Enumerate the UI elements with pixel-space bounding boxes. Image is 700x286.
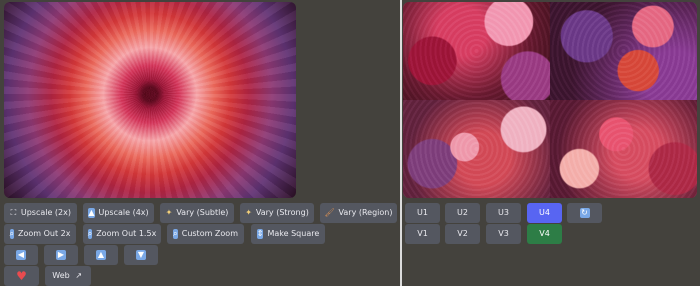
upscale-4x-label: Upscale (4x)	[98, 208, 149, 217]
zoom-out-2x-button[interactable]: ⌕ Zoom Out 2x	[4, 224, 76, 244]
resize-icon: ⇕	[256, 229, 264, 239]
custom-zoom-label: Custom Zoom	[181, 229, 238, 238]
left-panel: ⛶ Upscale (2x) ▲ Upscale (4x) ✦ Vary (Su…	[0, 0, 400, 286]
upscale-u2-button[interactable]: U2	[445, 203, 480, 223]
zoom-out-1-5x-button[interactable]: ⌕ Zoom Out 1.5x	[83, 224, 161, 244]
brush-icon: 🖌	[324, 208, 335, 217]
grid-icon: ⛶	[10, 208, 17, 217]
web-label: Web	[52, 271, 70, 280]
zoom-out-1-5x-label: Zoom Out 1.5x	[96, 229, 157, 238]
vary-strong-button[interactable]: ✦ Vary (Strong)	[240, 203, 314, 223]
u1-label: U1	[417, 208, 428, 217]
v4-label: V4	[539, 229, 550, 238]
vary-subtle-button[interactable]: ✦ Vary (Subtle)	[160, 203, 234, 223]
upscale-2x-button[interactable]: ⛶ Upscale (2x)	[4, 203, 77, 223]
refresh-button[interactable]: ↻	[567, 203, 602, 223]
magnifier-icon: ⌕	[87, 229, 93, 239]
up-arrow-box-icon: ▲	[88, 208, 95, 218]
favorite-button[interactable]: ♥	[4, 266, 39, 286]
external-link-icon: ↗	[75, 271, 83, 280]
variation-v3-button[interactable]: V3	[486, 224, 521, 244]
web-button[interactable]: Web ↗	[45, 266, 91, 286]
vary-region-label: Vary (Region)	[338, 208, 393, 217]
pan-up-button[interactable]: ▲	[84, 245, 118, 265]
arrow-left-icon: ◀	[16, 250, 26, 260]
heart-icon: ♥	[16, 269, 27, 283]
generated-image[interactable]	[4, 2, 296, 198]
magnifier-icon: ⌕	[9, 229, 14, 239]
upscale-u4-button[interactable]: U4	[527, 203, 562, 223]
v3-label: V3	[498, 229, 509, 238]
pan-right-button[interactable]: ▶	[44, 245, 78, 265]
arrow-right-icon: ▶	[56, 250, 66, 260]
vary-region-button[interactable]: 🖌 Vary (Region)	[320, 203, 397, 223]
u2-label: U2	[457, 208, 468, 217]
upscale-4x-button[interactable]: ▲ Upscale (4x)	[83, 203, 154, 223]
variation-v4-button[interactable]: V4	[527, 224, 562, 244]
variation-v2-button[interactable]: V2	[445, 224, 480, 244]
arrow-down-icon: ▼	[136, 250, 146, 260]
sparkle-icon: ✦	[165, 208, 173, 217]
v2-label: V2	[457, 229, 468, 238]
variation-v1-button[interactable]: V1	[405, 224, 440, 244]
zoom-out-2x-label: Zoom Out 2x	[18, 229, 71, 238]
pan-left-button[interactable]: ◀	[4, 245, 38, 265]
custom-zoom-button[interactable]: ⌕ Custom Zoom	[167, 224, 244, 244]
make-square-label: Make Square	[267, 229, 320, 238]
u4-label: U4	[539, 208, 550, 217]
v1-label: V1	[417, 229, 428, 238]
sparkle-icon: ✦	[245, 208, 252, 217]
right-panel: U1 U2 U3 U4 ↻ V1 V2 V3 V4	[402, 0, 700, 286]
pan-down-button[interactable]: ▼	[124, 245, 158, 265]
vary-strong-label: Vary (Strong)	[255, 208, 309, 217]
refresh-icon: ↻	[579, 208, 590, 218]
magnifier-icon: ⌕	[173, 229, 178, 239]
u3-label: U3	[498, 208, 509, 217]
vary-subtle-label: Vary (Subtle)	[176, 208, 229, 217]
upscale-u3-button[interactable]: U3	[486, 203, 521, 223]
upscale-u1-button[interactable]: U1	[405, 203, 440, 223]
make-square-button[interactable]: ⇕ Make Square	[251, 224, 325, 244]
upscale-2x-label: Upscale (2x)	[20, 208, 71, 217]
arrow-up-icon: ▲	[96, 250, 106, 260]
